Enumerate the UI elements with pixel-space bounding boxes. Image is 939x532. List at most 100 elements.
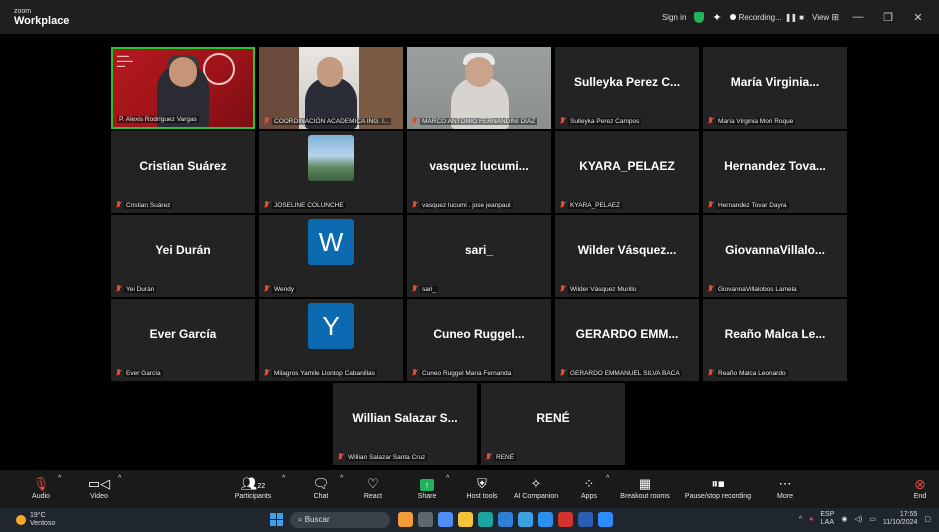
clock[interactable]: 17:55 11/10/2024 <box>883 511 918 528</box>
profile-photo <box>308 135 354 181</box>
video-tile[interactable]: Ever García Ever García <box>111 299 255 381</box>
more-icon: ⋯ <box>778 476 792 491</box>
share-button[interactable]: ↑ Share <box>412 475 442 500</box>
video-tile[interactable]: Y Milagros Yamile Llontop Cabanillas <box>259 299 403 381</box>
video-tile[interactable]: W Wendy <box>259 215 403 297</box>
ai-companion-button[interactable]: ✧ AI Companion <box>508 475 564 500</box>
video-tile[interactable]: Cuneo Ruggel... Cuneo Ruggel Maria Ferna… <box>407 299 551 381</box>
app-icon[interactable] <box>538 512 553 527</box>
participant-display-name: GiovannaVillalo... <box>725 243 825 257</box>
pause-stop-recording-button[interactable]: ⏸⏹ Pause/stop recording <box>680 475 756 500</box>
video-tile[interactable]: Willian Salazar S... Willian Salazar San… <box>333 383 477 465</box>
minimize-icon[interactable]: — <box>847 11 869 23</box>
app-icon[interactable] <box>398 512 413 527</box>
participant-name: JOSELINE COLUNCHE <box>272 201 346 209</box>
show-hidden-icons-chevron-icon[interactable]: ^ <box>799 516 802 523</box>
video-tile[interactable]: KYARA_PELAEZ KYARA_PELAEZ <box>555 131 699 213</box>
volume-icon[interactable]: ◁) <box>855 515 863 523</box>
breakout-rooms-label: Breakout rooms <box>620 493 670 500</box>
sign-in-link[interactable]: Sign in <box>662 13 686 22</box>
video-tile[interactable]: RENÉ RENÉ <box>481 383 625 465</box>
video-tile[interactable]: Hernandez Tova... Hernandez Tovar Dayra <box>703 131 847 213</box>
participant-display-name: Willian Salazar S... <box>352 411 458 425</box>
more-button[interactable]: ⋯ More <box>770 475 800 500</box>
muted-mic-icon <box>707 285 714 293</box>
view-label: View <box>812 12 830 22</box>
apps-options-chevron-icon[interactable]: ^ <box>606 475 609 482</box>
video-tile[interactable]: vasquez lucumi... vasquez lucumi . jose … <box>407 131 551 213</box>
participant-name: Yei Durán <box>124 285 157 293</box>
wifi-icon[interactable]: ◉ <box>841 515 847 523</box>
video-tile[interactable]: Cristian Suárez Cristian Suárez <box>111 131 255 213</box>
breakout-rooms-button[interactable]: ▦ Breakout rooms <box>616 475 674 500</box>
apps-button[interactable]: ⁘ Apps <box>574 475 604 500</box>
chat-button[interactable]: 🗨︎ Chat <box>306 475 336 500</box>
participant-display-name: sari_ <box>464 243 494 257</box>
participant-display-name: Yei Durán <box>155 243 211 257</box>
battery-icon[interactable]: ▭ <box>869 515 876 523</box>
video-tile[interactable]: COORDINACIÓN ACADEMICA ING. I... <box>259 47 403 129</box>
participant-display-name: Cuneo Ruggel... <box>433 327 525 341</box>
video-tile[interactable]: Reaño Malca Le... Reaño Malca Leonardo <box>703 299 847 381</box>
zoom-icon[interactable] <box>598 512 613 527</box>
video-tile[interactable]: Wilder Vásquez... Wilder Vásquez Murillo <box>555 215 699 297</box>
restore-icon[interactable]: ❐ <box>877 11 899 24</box>
share-options-chevron-icon[interactable]: ^ <box>446 475 449 482</box>
participant-name: COORDINACIÓN ACADEMICA ING. I... <box>272 117 392 125</box>
participant-label: GERARDO EMMANUEL SILVA BACA <box>559 369 695 377</box>
notifications-icon[interactable]: ▢ <box>924 515 931 523</box>
video-tile[interactable]: Sulleyka Perez C... Sulleyka Perez Campo… <box>555 47 699 129</box>
end-button[interactable]: ⊗ End <box>905 475 935 500</box>
video-tile[interactable]: GERARDO EMM... GERARDO EMMANUEL SILVA BA… <box>555 299 699 381</box>
input-language[interactable]: ESP LAA <box>820 511 834 528</box>
close-icon[interactable]: ✕ <box>907 11 929 24</box>
participant-name: GiovannaVillalobos Lamela <box>716 285 799 293</box>
weather-condition: Ventoso <box>30 519 56 527</box>
app-icon[interactable] <box>518 512 533 527</box>
edge-icon[interactable] <box>478 512 493 527</box>
video-tile[interactable]: María Virginia... María Virginia Mori Ro… <box>703 47 847 129</box>
participants-button[interactable]: 👥︎22 Participants <box>228 475 278 500</box>
host-tools-button[interactable]: ⛨ Host tools <box>462 475 502 500</box>
store-icon[interactable] <box>498 512 513 527</box>
video-tile[interactable]: Yei Durán Yei Durán <box>111 215 255 297</box>
participants-options-chevron-icon[interactable]: ^ <box>282 475 285 482</box>
taskbar-search[interactable]: ⌕ Buscar <box>290 512 390 528</box>
participant-name: Wendy <box>272 285 297 293</box>
chat-options-chevron-icon[interactable]: ^ <box>340 475 343 482</box>
video-tile[interactable]: JOSELINE COLUNCHE <box>259 131 403 213</box>
apps-label: Apps <box>581 493 597 500</box>
clock-time: 17:55 <box>899 511 918 518</box>
participant-label: Wilder Vásquez Murillo <box>559 285 695 293</box>
file-explorer-icon[interactable] <box>458 512 473 527</box>
share-label: Share <box>417 493 437 500</box>
audio-button[interactable]: 🎙︎ Audio <box>26 475 56 500</box>
gallery-view: ▬▬▬ ▬▬▬▬ ▬▬ P. Alexis Rodríguez Vargas COO… <box>0 34 939 470</box>
video-options-chevron-icon[interactable]: ^ <box>118 475 121 482</box>
view-button[interactable]: View ⊞ <box>812 12 839 23</box>
recording-label: Recording... <box>738 12 782 22</box>
app-icon[interactable] <box>558 512 573 527</box>
video-tile[interactable]: GiovannaVillalo... GiovannaVillalobos La… <box>703 215 847 297</box>
participant-label: P. Alexis Rodríguez Vargas <box>117 116 249 123</box>
stop-icon[interactable]: ■ <box>799 13 804 22</box>
word-icon[interactable] <box>578 512 593 527</box>
video-button[interactable]: ▭◁ Video <box>84 475 114 500</box>
react-button[interactable]: ♡ React <box>358 475 388 500</box>
video-tile[interactable]: MARCO ANTONIO FERNANDINI DIAZ <box>407 47 551 129</box>
weather-widget[interactable]: 19°C Ventoso <box>16 512 55 527</box>
video-tile[interactable]: sari_ sari_ <box>407 215 551 297</box>
video-tile[interactable]: ▬▬▬ ▬▬▬▬ ▬▬ P. Alexis Rodríguez Vargas <box>111 47 255 129</box>
app-icon[interactable] <box>438 512 453 527</box>
ai-sparkle-icon[interactable]: ✦ <box>712 11 721 24</box>
security-shield-icon[interactable] <box>694 11 705 23</box>
pause-icon[interactable]: ❚❚ <box>785 13 797 22</box>
recording-indicator[interactable]: Recording... ❚❚ ■ <box>729 12 804 22</box>
audio-options-chevron-icon[interactable]: ^ <box>58 475 61 482</box>
sparkle-icon: ✧ <box>530 476 542 491</box>
task-view-icon[interactable] <box>418 512 433 527</box>
title-bar-controls: Sign in ✦ Recording... ❚❚ ■ View ⊞ — ❐ ✕ <box>662 0 939 34</box>
brand-name: Workplace <box>14 15 70 27</box>
start-icon[interactable] <box>270 513 283 526</box>
tray-app-icon[interactable]: ● <box>809 516 813 523</box>
